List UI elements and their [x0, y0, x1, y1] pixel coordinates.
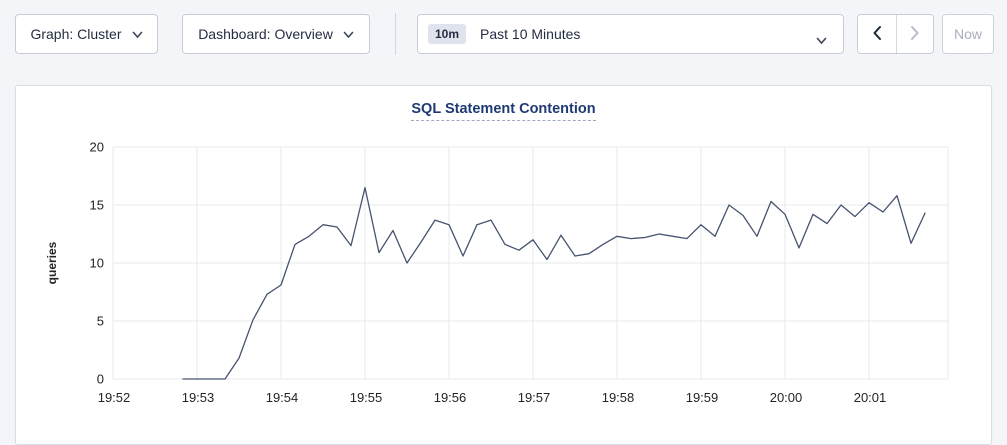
chevron-down-icon — [816, 32, 827, 50]
x-tick-label: 19:57 — [518, 390, 551, 405]
queries-series-line — [183, 188, 925, 379]
chevron-right-icon — [910, 25, 920, 44]
x-tick-label: 19:59 — [686, 390, 719, 405]
x-tick-label: 19:54 — [266, 390, 299, 405]
x-tick-label: 20:01 — [854, 390, 887, 405]
x-tick-label: 19:55 — [350, 390, 383, 405]
y-tick-label: 20 — [90, 140, 104, 155]
dashboard-dropdown[interactable]: Dashboard: Overview — [182, 14, 370, 54]
chart-card: SQL Statement Contention 0 5 10 15 20 19:52 19… — [15, 85, 992, 445]
y-tick-label: 5 — [97, 314, 104, 329]
x-tick-label: 20:00 — [770, 390, 803, 405]
now-button[interactable]: Now — [942, 14, 994, 54]
x-tick-label: 19:58 — [602, 390, 635, 405]
time-back-button[interactable] — [858, 15, 896, 53]
x-tick-label: 19:52 — [98, 390, 131, 405]
time-range-dropdown[interactable]: 10m Past 10 Minutes — [417, 14, 844, 54]
time-window-badge: 10m — [428, 24, 466, 44]
chevron-down-icon — [343, 26, 354, 42]
chart-title[interactable]: SQL Statement Contention — [411, 101, 595, 121]
toolbar-divider — [395, 13, 396, 55]
y-axis-label: queries — [45, 241, 59, 284]
time-forward-button[interactable] — [896, 15, 934, 53]
sql-statement-contention-chart: 0 5 10 15 20 19:52 19:53 19:54 19:55 19:56 19:57 19… — [16, 129, 993, 429]
toolbar: Graph: Cluster Dashboard: Overview 10m P… — [0, 0, 1007, 54]
chart-title-row: SQL Statement Contention — [16, 86, 991, 121]
chevron-down-icon — [132, 26, 143, 42]
y-tick-label: 0 — [97, 372, 104, 387]
y-tick-label: 15 — [90, 198, 104, 213]
y-tick-label: 10 — [90, 256, 104, 271]
graph-dropdown-label: Graph: Cluster — [30, 26, 121, 42]
graph-dropdown[interactable]: Graph: Cluster — [15, 14, 158, 54]
x-tick-label: 19:53 — [182, 390, 215, 405]
time-window-label: Past 10 Minutes — [480, 26, 580, 42]
x-tick-label: 19:56 — [434, 390, 467, 405]
dashboard-dropdown-label: Dashboard: Overview — [198, 26, 333, 42]
time-nav-group — [857, 14, 934, 54]
chevron-left-icon — [872, 25, 882, 44]
